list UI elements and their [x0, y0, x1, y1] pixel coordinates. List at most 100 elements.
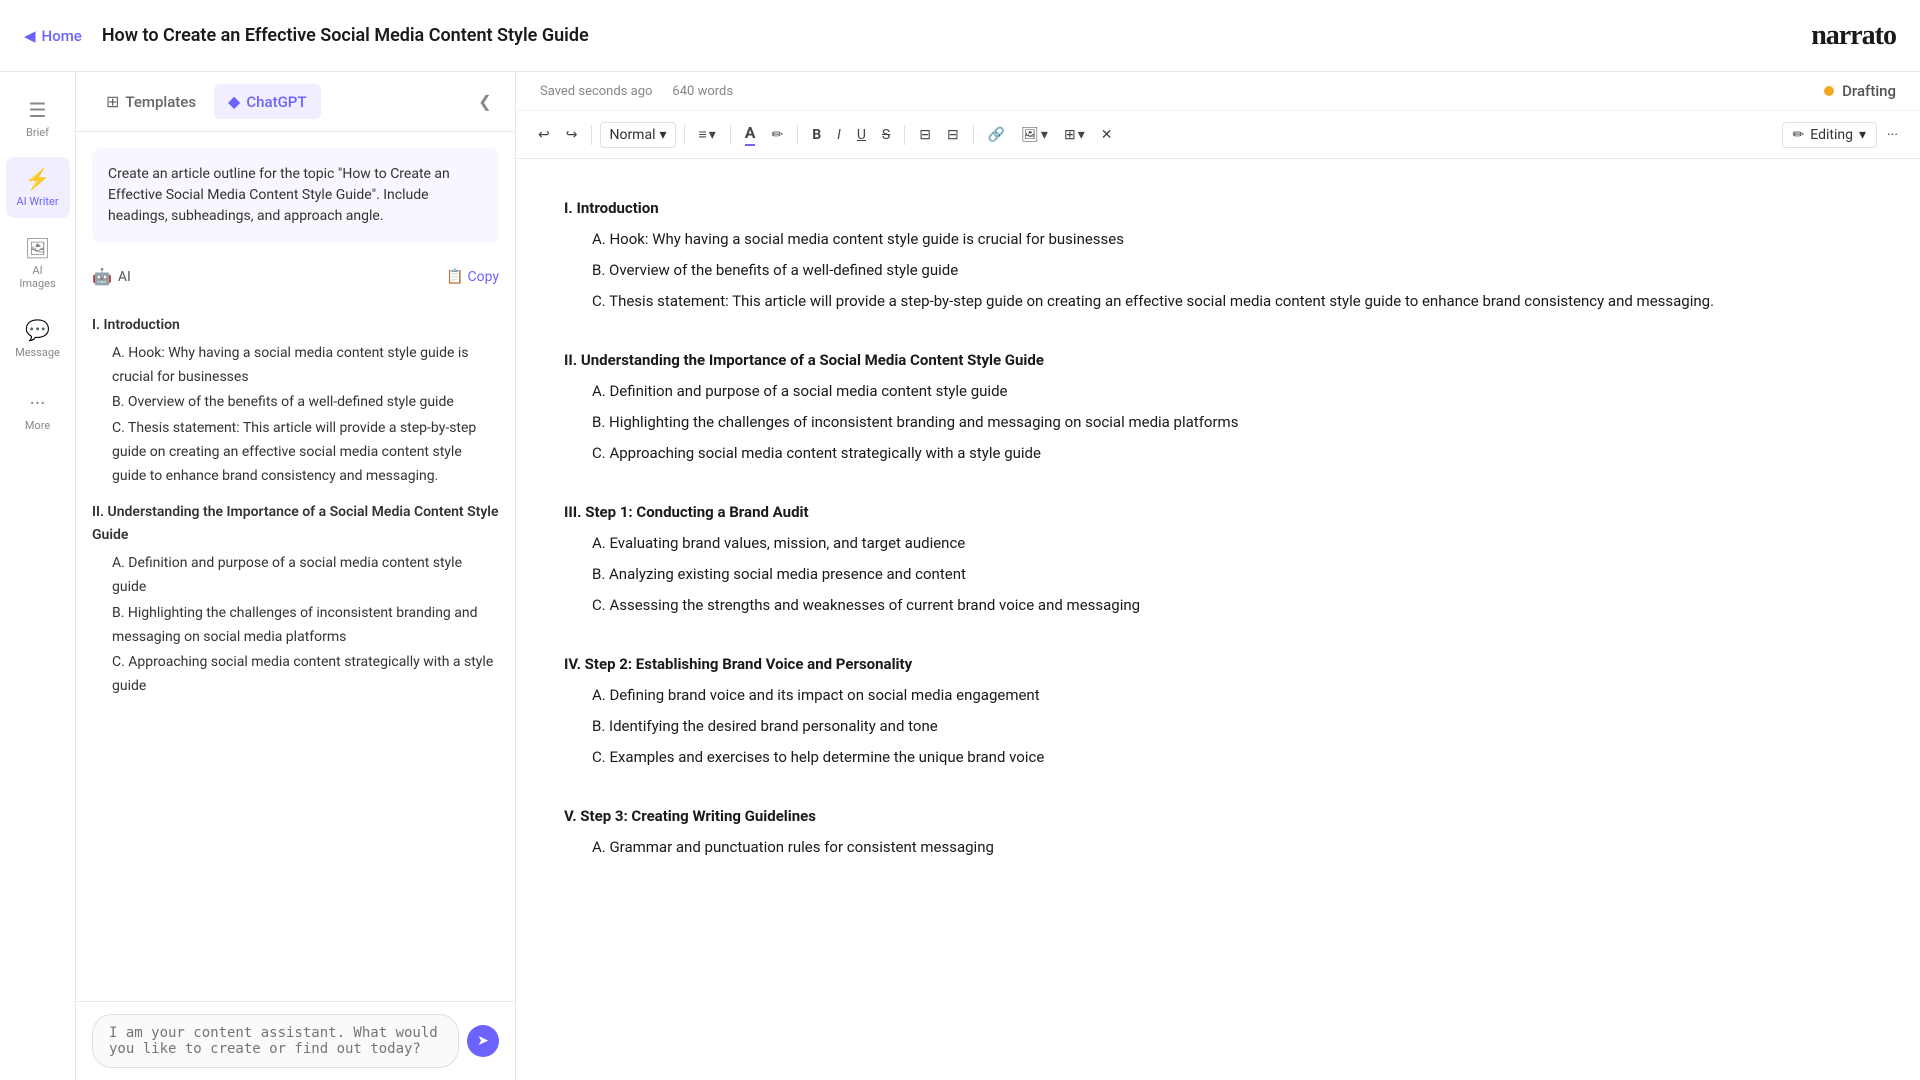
editor-area: Saved seconds ago 640 words Drafting ↩ ↪… [516, 72, 1920, 1080]
page-title: How to Create an Effective Social Media … [102, 25, 589, 46]
bold-icon: B [812, 127, 821, 143]
image-dropdown-icon: ▾ [1041, 127, 1048, 143]
ai-robot-icon: 🤖 [92, 267, 112, 286]
edit-mode-label: Editing [1810, 127, 1853, 143]
outline-item-2a: A. Definition and purpose of a social me… [92, 552, 499, 600]
section-heading-5: V. Step 3: Creating Writing Guidelines [564, 803, 1872, 830]
copy-button[interactable]: 📋 Copy [446, 269, 499, 285]
toolbar-divider-3 [730, 125, 731, 145]
tab-templates[interactable]: ⊞ Templates [92, 84, 210, 119]
content-2b: B. Highlighting the challenges of incons… [564, 409, 1872, 436]
copy-label: Copy [467, 269, 499, 285]
link-icon: 🔗 [988, 127, 1005, 143]
chat-input-area: ➤ [76, 1001, 515, 1080]
strikethrough-button[interactable]: S [876, 123, 896, 147]
highlight-button[interactable]: ✏ [765, 123, 789, 147]
brief-icon: ☰ [29, 98, 47, 122]
panel-tabs: ⊞ Templates ◆ ChatGPT ❮ [76, 72, 515, 132]
format-toolbar: ↩ ↪ Normal ▾ ≡ ▾ A ✏ B [516, 111, 1920, 159]
ai-label-area: 🤖 AI [92, 267, 131, 286]
chat-input[interactable] [92, 1014, 459, 1068]
strikethrough-icon: S [882, 127, 890, 143]
sidebar-item-ai-writer[interactable]: ⚡ AI Writer [6, 157, 70, 218]
home-link[interactable]: ◀ Home [24, 27, 82, 45]
underline-button[interactable]: U [851, 123, 872, 147]
panel-sidebar: ⊞ Templates ◆ ChatGPT ❮ Create an articl… [76, 72, 516, 1080]
copy-icon: 📋 [446, 269, 463, 285]
editing-mode-select[interactable]: ✏ Editing ▾ [1782, 122, 1877, 148]
align-dropdown-icon: ▾ [709, 127, 716, 143]
prompt-text: Create an article outline for the topic … [108, 166, 450, 224]
highlight-icon: ✏ [771, 127, 783, 143]
bold-button[interactable]: B [806, 123, 827, 147]
chatgpt-icon: ◆ [228, 92, 240, 111]
table-button[interactable]: ⊞ ▾ [1058, 123, 1091, 147]
toolbar-divider-2 [684, 125, 685, 145]
sidebar-item-more[interactable]: ··· More [6, 377, 70, 442]
toolbar-divider-1 [591, 125, 592, 145]
section-heading-3: III. Step 1: Conducting a Brand Audit [564, 499, 1872, 526]
underline-icon: U [857, 127, 866, 143]
content-1b: B. Overview of the benefits of a well-de… [564, 257, 1872, 284]
undo-icon: ↩ [538, 127, 550, 143]
text-style-select[interactable]: Normal ▾ [600, 122, 675, 148]
table-dropdown-icon: ▾ [1078, 127, 1085, 143]
align-button[interactable]: ≡ ▾ [693, 122, 722, 147]
more-label: More [25, 419, 50, 432]
brief-label: Brief [26, 126, 49, 139]
sidebar-item-ai-images[interactable]: 🖼 AI Images [6, 226, 70, 300]
logo: narrato [1811, 20, 1896, 52]
pencil-icon: ✏ [1793, 127, 1805, 143]
ai-panel: 🤖 AI 📋 Copy [92, 259, 499, 294]
outline-section-1: I. Introduction [92, 314, 499, 338]
section-heading-1: I. Introduction [564, 195, 1872, 222]
content-3b: B. Analyzing existing social media prese… [564, 561, 1872, 588]
ai-writer-label: AI Writer [16, 195, 58, 208]
undo-button[interactable]: ↩ [532, 123, 556, 147]
redo-button[interactable]: ↪ [560, 123, 584, 147]
ai-images-label: AI Images [14, 264, 62, 290]
drafting-dot [1824, 86, 1834, 96]
bullet-list-button[interactable]: ⊟ [913, 123, 937, 147]
numbered-list-button[interactable]: ⊟ [941, 123, 965, 147]
editor-meta-bar: Saved seconds ago 640 words Drafting [516, 72, 1920, 111]
outline-item-1b: B. Overview of the benefits of a well-de… [92, 391, 499, 415]
section-heading-2: II. Understanding the Importance of a So… [564, 347, 1872, 374]
home-label: Home [42, 27, 82, 45]
edit-mode-dropdown-icon: ▾ [1859, 127, 1866, 143]
saved-status: Saved seconds ago [540, 84, 652, 99]
tab-chatgpt[interactable]: ◆ ChatGPT [214, 84, 320, 119]
ai-writer-icon: ⚡ [25, 167, 50, 191]
sidebar-item-message[interactable]: 💬 Message [6, 308, 70, 369]
redo-icon: ↪ [566, 127, 578, 143]
main-layout: ☰ Brief ⚡ AI Writer 🖼 AI Images 💬 Messag… [0, 72, 1920, 1080]
image-button[interactable]: 🖼 ▾ [1015, 123, 1054, 147]
outline-section-2: II. Understanding the Importance of a So… [92, 501, 499, 549]
link-button[interactable]: 🔗 [982, 123, 1011, 147]
send-button[interactable]: ➤ [467, 1025, 499, 1057]
ai-images-icon: 🖼 [25, 236, 50, 260]
chevron-left-icon: ❮ [478, 92, 491, 111]
clear-format-button[interactable]: ✕ [1095, 123, 1119, 147]
editor-content[interactable]: I. Introduction A. Hook: Why having a so… [516, 159, 1920, 1080]
italic-button[interactable]: I [831, 123, 847, 147]
style-dropdown-icon: ▾ [659, 127, 666, 143]
image-icon: 🖼 [1021, 127, 1039, 143]
toolbar-divider-4 [797, 125, 798, 145]
drafting-badge: Drafting [1824, 82, 1896, 100]
toolbar-divider-5 [904, 125, 905, 145]
table-icon: ⊞ [1064, 127, 1076, 143]
content-3c: C. Assessing the strengths and weaknesse… [564, 592, 1872, 619]
content-1a: A. Hook: Why having a social media conte… [564, 226, 1872, 253]
more-options-button[interactable]: ··· [1881, 123, 1904, 147]
message-icon: 💬 [25, 318, 50, 342]
sidebar-item-brief[interactable]: ☰ Brief [6, 88, 70, 149]
outline-content: I. Introduction A. Hook: Why having a so… [76, 294, 515, 1001]
text-color-button[interactable]: A [739, 119, 762, 150]
content-2a: A. Definition and purpose of a social me… [564, 378, 1872, 405]
templates-icon: ⊞ [106, 92, 119, 111]
content-4c: C. Examples and exercises to help determ… [564, 744, 1872, 771]
more-options-icon: ··· [1887, 127, 1898, 143]
templates-label: Templates [125, 93, 196, 111]
collapse-panel-button[interactable]: ❮ [471, 88, 499, 116]
